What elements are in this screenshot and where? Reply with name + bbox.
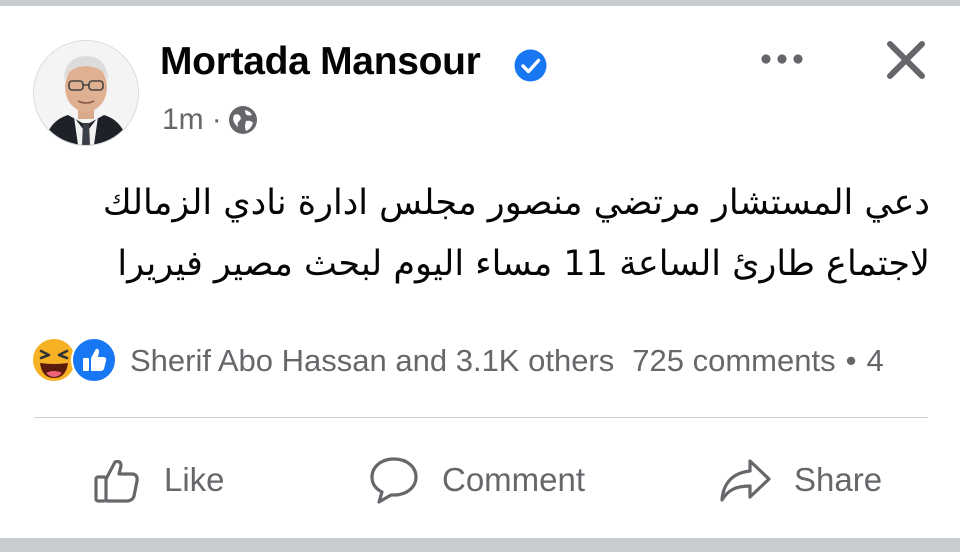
verified-badge-icon: [514, 49, 547, 82]
close-icon[interactable]: [884, 38, 928, 82]
like-icon: [71, 337, 117, 383]
like-label: Like: [164, 461, 225, 498]
post-meta: 1m ·: [162, 100, 258, 140]
post-text-line: دعي المستشار مرتضي منصور مجلس ادارة نادي…: [102, 183, 930, 223]
author-name[interactable]: Mortada Mansour: [160, 40, 481, 84]
post-text-line: لاجتماع طارئ الساعة 11 مساء اليوم لبحث م…: [117, 244, 930, 284]
share-count[interactable]: 4: [866, 343, 883, 379]
post-time[interactable]: 1m: [162, 103, 204, 137]
comment-button[interactable]: Comment: [368, 448, 585, 512]
reaction-stats: Sherif Abo Hassan and 3.1K others 725 co…: [130, 340, 960, 382]
top-frame-bar: [0, 0, 960, 6]
comment-count[interactable]: 725 comments: [632, 343, 835, 379]
stats-separator: •: [845, 343, 857, 378]
globe-icon[interactable]: [228, 105, 258, 135]
meta-separator: ·: [211, 103, 222, 136]
share-icon: [720, 459, 771, 502]
share-button[interactable]: Share: [718, 448, 882, 512]
thumbs-up-icon: [94, 459, 139, 503]
avatar[interactable]: [33, 40, 139, 146]
reaction-icons[interactable]: [30, 336, 122, 384]
more-options-icon[interactable]: [758, 46, 806, 72]
share-label: Share: [794, 461, 883, 498]
bottom-frame-bar: [0, 538, 960, 552]
reaction-summary[interactable]: Sherif Abo Hassan and 3.1K others: [130, 343, 614, 379]
comment-label: Comment: [442, 461, 586, 498]
divider: [34, 417, 928, 418]
like-button[interactable]: Like: [92, 448, 225, 512]
comment-icon: [370, 457, 418, 504]
